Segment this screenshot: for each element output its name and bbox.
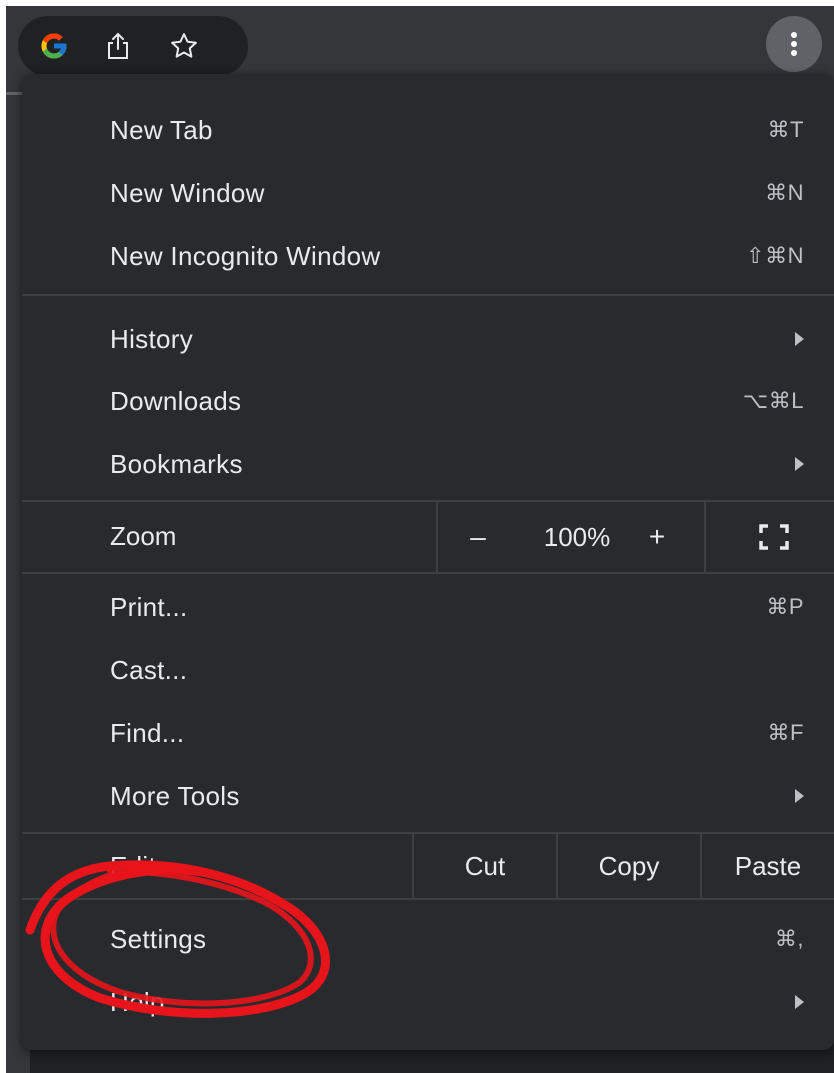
menu-item-label: Settings xyxy=(110,923,207,954)
shortcut-text: ⌘N xyxy=(765,180,804,205)
menu-item-cast[interactable]: Cast... xyxy=(22,640,834,700)
menu-item-label: New Tab xyxy=(110,114,213,145)
menu-item-label: History xyxy=(110,323,193,354)
shortcut-text: ⌘T xyxy=(767,117,804,142)
star-icon[interactable] xyxy=(168,30,200,62)
kebab-menu-icon[interactable] xyxy=(766,16,822,72)
submenu-arrow-icon xyxy=(795,457,804,471)
shortcut-text: ⌥⌘L xyxy=(742,388,804,413)
chrome-main-menu: New Tab ⌘T New Window ⌘N New Incognito W… xyxy=(22,74,834,1050)
menu-separator xyxy=(22,572,834,574)
copy-button[interactable]: Copy xyxy=(558,834,700,898)
edit-label: Edit xyxy=(110,850,157,881)
menu-item-label: Help xyxy=(110,986,165,1017)
zoom-out-button[interactable]: – xyxy=(452,502,504,572)
menu-item-history[interactable]: History xyxy=(22,309,834,369)
shortcut-text: ⌘F xyxy=(767,720,804,745)
menu-item-downloads[interactable]: Downloads ⌥⌘L xyxy=(22,371,834,431)
menu-item-label: New Incognito Window xyxy=(110,240,381,271)
menu-separator xyxy=(22,898,834,900)
menu-separator xyxy=(22,294,834,296)
menu-separator xyxy=(22,500,834,502)
menu-item-print[interactable]: Print... ⌘P xyxy=(22,577,834,637)
menu-item-label: New Window xyxy=(110,177,265,208)
shortcut-text: ⌘P xyxy=(766,594,804,619)
menu-item-more-tools[interactable]: More Tools xyxy=(22,766,834,826)
submenu-arrow-icon xyxy=(795,332,804,346)
zoom-divider xyxy=(704,502,706,572)
paste-button[interactable]: Paste xyxy=(702,834,834,898)
menu-item-label: More Tools xyxy=(110,780,240,811)
menu-item-settings[interactable]: Settings ⌘, xyxy=(22,909,834,969)
submenu-arrow-icon xyxy=(795,789,804,803)
menu-item-help[interactable]: Help xyxy=(22,972,834,1032)
menu-item-find[interactable]: Find... ⌘F xyxy=(22,703,834,763)
zoom-label: Zoom xyxy=(110,520,177,551)
shortcut-text: ⇧⌘N xyxy=(746,243,804,268)
menu-item-label: Cast... xyxy=(110,654,188,685)
google-g-icon[interactable] xyxy=(38,30,70,62)
cut-button[interactable]: Cut xyxy=(414,834,556,898)
menu-item-label: Downloads xyxy=(110,385,242,416)
zoom-in-button[interactable]: + xyxy=(636,502,678,572)
menu-item-new-incognito-window[interactable]: New Incognito Window ⇧⌘N xyxy=(22,226,834,286)
menu-item-label: Print... xyxy=(110,591,188,622)
menu-item-new-tab[interactable]: New Tab ⌘T xyxy=(22,100,834,160)
menu-item-label: Find... xyxy=(110,717,185,748)
zoom-divider xyxy=(436,502,438,572)
share-icon[interactable] xyxy=(102,30,134,62)
menu-item-label: Bookmarks xyxy=(110,448,243,479)
shortcut-text: ⌘, xyxy=(774,926,804,951)
menu-item-new-window[interactable]: New Window ⌘N xyxy=(22,163,834,223)
fullscreen-icon[interactable] xyxy=(722,502,826,572)
omnibox-actions xyxy=(18,16,248,76)
menu-item-bookmarks[interactable]: Bookmarks xyxy=(22,434,834,494)
submenu-arrow-icon xyxy=(795,995,804,1009)
zoom-level: 100% xyxy=(543,521,611,552)
